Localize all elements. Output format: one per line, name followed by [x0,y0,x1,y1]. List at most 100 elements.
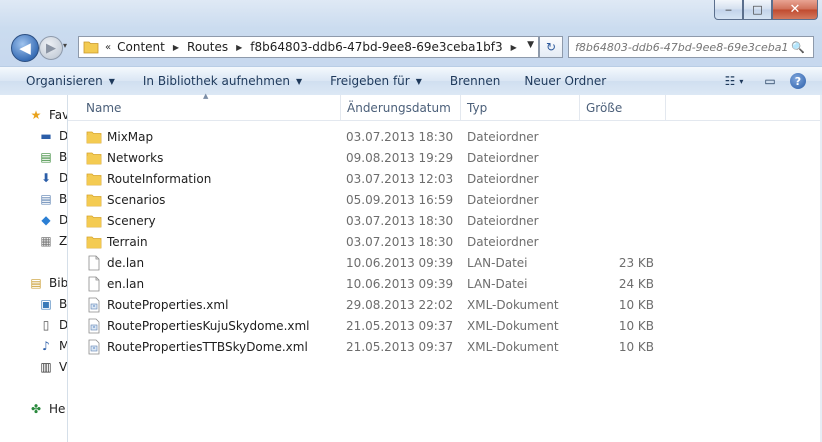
change-view-button[interactable]: ☷ ▾ [722,70,746,92]
folder-icon [86,152,102,165]
file-row[interactable]: Scenarios 05.09.2013 16:59 Dateiordner [80,190,700,210]
search-box[interactable]: 🔍 [568,36,814,58]
chevron-right-icon[interactable]: ▶ [511,43,517,52]
share-with-button[interactable]: Freigeben für ▼ [320,70,432,92]
nav-item-recent-places[interactable]: ▦ Z [38,231,67,251]
preview-pane-button[interactable]: ▭ [758,70,782,92]
preview-pane-icon: ▭ [764,74,776,88]
back-arrow-icon: ◀ [19,39,31,57]
chevron-right-icon[interactable]: ▶ [236,43,242,52]
folder-icon [86,131,102,144]
folder-icon [86,194,102,207]
forward-button[interactable]: ▶ [39,36,63,60]
file-date: 05.09.2013 16:59 [346,193,454,207]
close-button[interactable]: ✕ [772,0,818,20]
burn-button[interactable]: Brennen [440,70,510,92]
dropbox-icon: ◆ [41,213,51,227]
nav-item-library[interactable]: ▤ B [38,147,67,167]
file-name: Scenery [107,214,156,228]
chevron-down-icon: ▾ [739,76,744,86]
nav-item-favorites[interactable]: ★ Fav [28,105,67,125]
nav-item-label: B [59,192,68,206]
column-header-size[interactable]: Größe [580,95,666,120]
file-row[interactable]: Terrain 03.07.2013 18:30 Dateiordner [80,232,700,252]
file-name: en.lan [107,277,145,291]
address-bar[interactable]: « Content ▶ Routes ▶ f8b64803-ddb6-47bd-… [78,36,539,58]
help-button[interactable]: ? [786,70,810,92]
column-header-type[interactable]: Typ [461,95,580,120]
nav-item-dropbox[interactable]: ◆ D [38,210,68,230]
column-header-name[interactable]: Name [80,95,341,120]
file-row[interactable]: RouteProperties.xml 29.08.2013 22:02 XML-D… [80,295,700,315]
minimize-icon: ‒ [725,3,732,16]
column-header-date[interactable]: Änderungsdatum [341,95,461,120]
file-date: 10.06.2013 09:39 [346,277,454,291]
file-type: Dateiordner [467,193,539,207]
address-dropdown-icon[interactable]: ▼ [527,40,534,50]
breadcrumb-route-folder[interactable]: f8b64803-ddb6-47bd-9ee8-69e3ceba1bf3 [250,40,502,54]
file-date: 10.06.2013 09:39 [346,256,454,270]
nav-item-homegroup[interactable]: ✤ He [28,399,65,419]
file-type: XML-Dokument [467,340,559,354]
search-input[interactable] [573,39,791,55]
chevron-right-icon[interactable]: ▶ [173,43,179,52]
nav-item-label: B [59,297,68,311]
file-size [580,169,654,189]
refresh-button[interactable]: ↻ [539,36,563,58]
nav-item-label: B [59,150,68,164]
breadcrumb-routes[interactable]: Routes [187,40,228,54]
new-folder-button[interactable]: Neuer Ordner [514,70,616,92]
include-library-button[interactable]: In Bibliothek aufnehmen ▼ [133,70,312,92]
breadcrumb-content[interactable]: Content [117,40,165,54]
file-row[interactable]: en.lan 10.06.2013 09:39 LAN-Datei 24 KB [80,274,700,294]
organize-button[interactable]: Organisieren ▼ [16,70,125,92]
videos-icon: ▥ [40,360,52,374]
file-row[interactable]: RouteInformation 03.07.2013 12:03 Dateiord… [80,169,700,189]
column-header-label: Änderungsdatum [347,100,451,115]
file-row[interactable]: Networks 09.08.2013 19:29 Dateiordner [80,148,700,168]
file-row[interactable]: Scenery 03.07.2013 18:30 Dateiordner [80,211,700,231]
nav-item-label: He [49,402,66,416]
nav-item-label: M [59,339,67,353]
file-date: 21.05.2013 09:37 [346,319,454,333]
column-header-label: Name [86,100,122,115]
organize-label: Organisieren [26,74,103,88]
nav-item-label: V [59,360,68,374]
folder-icon [83,41,99,54]
breadcrumb-overflow[interactable]: « [105,42,111,53]
file-row[interactable]: RoutePropertiesKujuSkydome.xml 21.05.2013… [80,316,700,336]
file-row[interactable]: de.lan 10.06.2013 09:39 LAN-Datei 23 KB [80,253,700,273]
file-type: LAN-Datei [467,277,528,291]
nav-item-recent[interactable]: ▤ B [38,189,67,209]
file-row[interactable]: RoutePropertiesTTBSkyDome.xml 21.05.2013 … [80,337,700,357]
new-folder-label: Neuer Ordner [524,74,607,88]
nav-item-downloads[interactable]: ⬇ D [38,168,68,188]
nav-item-label: Bibl [49,276,68,290]
command-bar: Organisieren ▼ In Bibliothek aufnehmen ▼ F… [0,66,822,96]
recent-pages-dropdown[interactable]: ▾ [63,41,67,50]
nav-item-label: D [59,318,68,332]
pictures-icon: ▣ [40,297,52,311]
back-button[interactable]: ◀ [11,34,39,62]
file-name: RouteProperties.xml [107,298,229,312]
details-view-icon: ☷ [724,74,736,88]
nav-item-label: Z [59,234,68,248]
nav-item-label: D [59,171,68,185]
xml-file-icon [88,297,100,313]
nav-item-libraries[interactable]: ▤ Bibl [28,273,68,293]
file-size [580,190,654,210]
maximize-button[interactable]: □ [743,0,772,20]
file-row[interactable]: MixMap 03.07.2013 18:30 Dateiordner [80,127,700,147]
nav-item-music[interactable]: ♪M [38,336,67,356]
nav-item-documents[interactable]: ▯ D [38,315,68,335]
xml-file-icon [88,318,100,334]
file-date: 21.05.2013 09:37 [346,340,454,354]
file-icon [88,276,100,292]
nav-item-pictures[interactable]: ▣ B [38,294,67,314]
nav-item-label: D [59,213,68,227]
search-icon[interactable]: 🔍 [791,41,805,54]
nav-item-videos[interactable]: ▥ V [38,357,67,377]
minimize-button[interactable]: ‒ [714,0,743,20]
nav-item-desktop[interactable]: ▬ D [38,126,67,146]
file-type: Dateiordner [467,172,539,186]
